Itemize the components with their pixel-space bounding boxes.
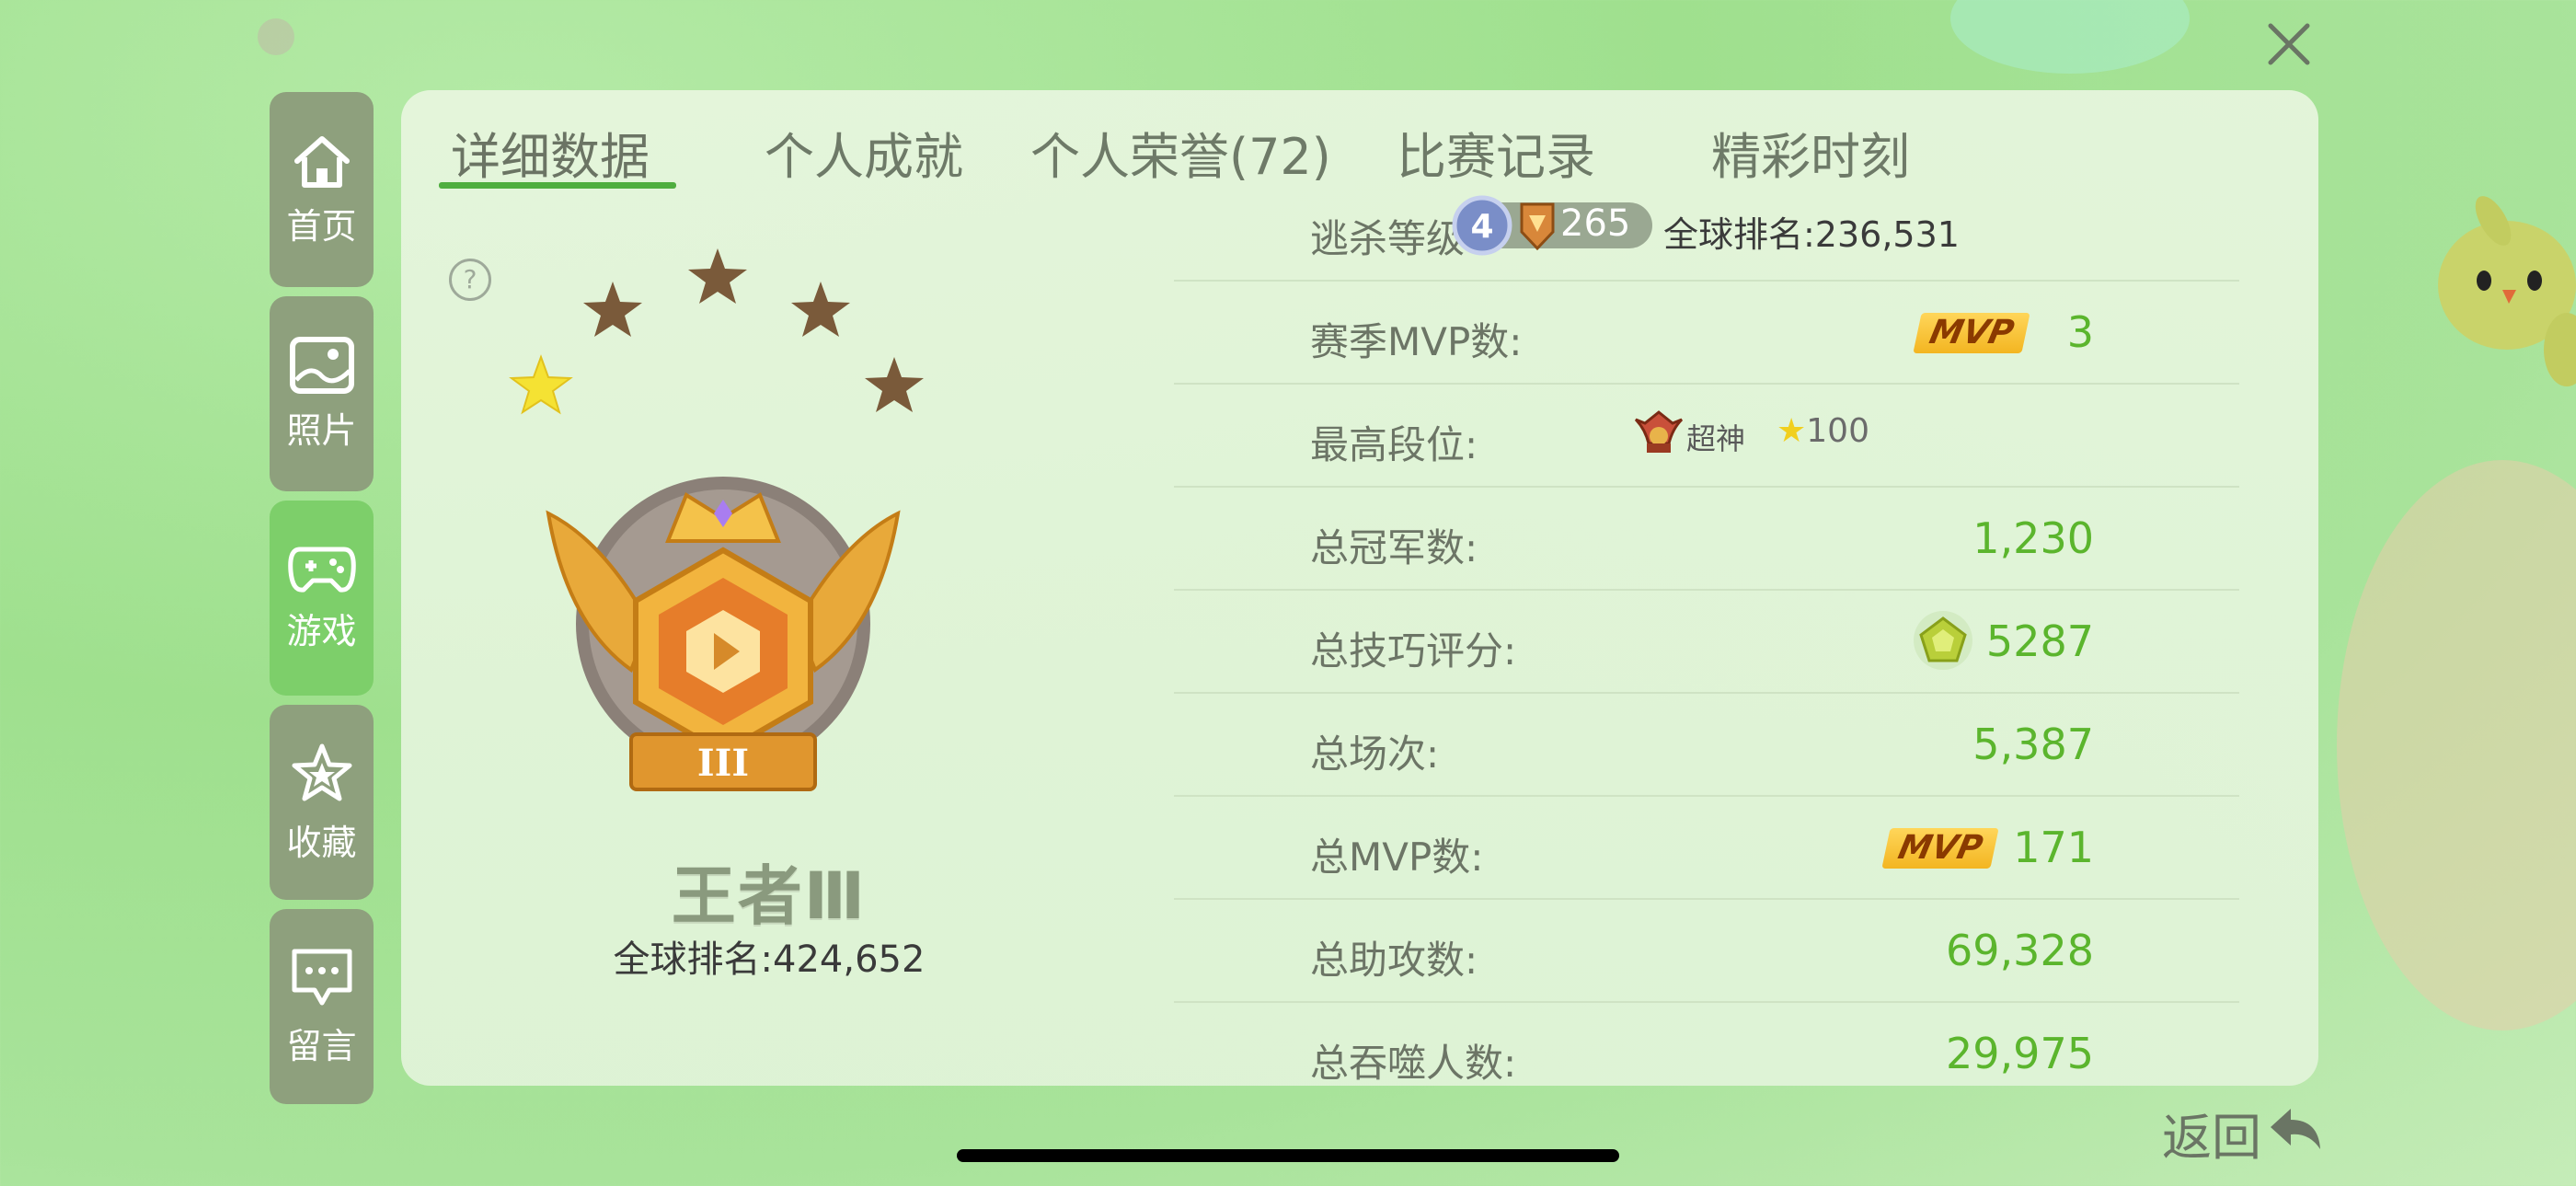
stat-label: 赛季MVP数: <box>1310 319 1523 364</box>
nav-home-label: 首页 <box>286 205 357 247</box>
level-value: 265 <box>1560 202 1631 245</box>
nav-messages[interactable]: 留言 <box>270 909 374 1104</box>
close-icon[interactable] <box>2263 18 2315 70</box>
home-icon <box>293 135 350 188</box>
stat-value: 29,975 <box>1946 1029 2094 1078</box>
tier-stars: ★100 <box>1777 412 1869 450</box>
tab-detailed-data[interactable]: 详细数据 <box>451 116 650 189</box>
stat-label: 总吞噬人数: <box>1310 1041 1517 1086</box>
tier-star-icon: ★ <box>1777 412 1807 450</box>
level-rank-icon <box>1520 202 1555 251</box>
tier-emblem-icon <box>1634 410 1684 453</box>
back-button[interactable]: 返回 <box>2162 1100 2326 1167</box>
profile-panel: 详细数据 个人成就 个人荣誉(72) 比赛记录 精彩时刻 ? III 王者Ⅲ 全… <box>401 90 2318 1086</box>
nav-game[interactable]: 游戏 <box>270 501 374 696</box>
stat-label: 总冠军数: <box>1310 525 1478 570</box>
stat-label: 最高段位: <box>1310 422 1478 467</box>
rank-star-empty <box>791 282 850 337</box>
nav-photo-label: 照片 <box>286 409 357 451</box>
mvp-tag: MVP <box>1881 828 1999 869</box>
nav-home[interactable]: 首页 <box>270 92 374 287</box>
rank-star-filled <box>509 354 573 415</box>
stat-season-mvp: 赛季MVP数: MVP 3 <box>1174 282 2239 385</box>
stat-total-devoured: 总吞噬人数: 29,975 <box>1174 1003 2239 1086</box>
level-global-rank: 全球排名:236,531 <box>1663 214 1960 255</box>
nav-game-label: 游戏 <box>286 610 357 651</box>
gamepad-icon <box>287 547 356 593</box>
stat-value: 1,230 <box>1972 513 2094 563</box>
rank-name: 王者Ⅲ <box>671 858 868 934</box>
rank-star-empty <box>583 282 642 337</box>
home-indicator[interactable] <box>957 1149 1619 1162</box>
background-blob <box>1950 0 2190 74</box>
back-arrow-icon <box>2271 1109 2320 1149</box>
nav-photo[interactable]: 照片 <box>270 296 374 491</box>
stat-label: 总MVP数: <box>1310 835 1484 880</box>
stat-label: 总技巧评分: <box>1310 628 1517 674</box>
badge-numeral: III <box>697 742 749 785</box>
stat-total-champions: 总冠军数: 1,230 <box>1174 488 2239 591</box>
stat-total-mvp: 总MVP数: MVP 171 <box>1174 797 2239 900</box>
background-blob <box>258 18 294 55</box>
level-badge-icon: 4 <box>1452 195 1512 256</box>
rank-stars <box>509 248 924 415</box>
help-icon[interactable]: ? <box>449 259 491 301</box>
message-icon <box>292 949 351 1005</box>
photo-icon <box>289 336 354 394</box>
stat-value: 5,387 <box>1972 720 2094 769</box>
stat-value: 3 <box>2066 307 2094 357</box>
tier-stars-count: 100 <box>1806 412 1869 450</box>
stat-total-games: 总场次: 5,387 <box>1174 694 2239 797</box>
stat-total-skill-score: 总技巧评分: 5287 <box>1174 591 2239 694</box>
rank-global-position: 全球排名:424,652 <box>613 938 926 981</box>
rank-star-empty <box>688 248 747 304</box>
background-blob <box>2337 460 2576 1031</box>
stat-value: 5287 <box>1985 616 2094 666</box>
stat-value: 69,328 <box>1946 926 2094 975</box>
stat-value: 171 <box>2013 823 2094 872</box>
star-icon <box>292 743 351 800</box>
mvp-tag: MVP <box>1913 313 2030 353</box>
stat-escape-kill-level: 逃杀等级: 4 265 全球排名:236,531 <box>1174 178 2239 282</box>
stat-label: 总助攻数: <box>1310 938 1478 983</box>
stat-total-assists: 总助攻数: 69,328 <box>1174 900 2239 1003</box>
rank-star-empty <box>865 357 924 412</box>
skill-pentagon-icon <box>1914 611 1972 670</box>
tab-achievements[interactable]: 个人成就 <box>765 116 963 189</box>
back-label: 返回 <box>2162 1108 2261 1167</box>
tier-name: 超神 <box>1686 421 1746 456</box>
stat-label: 总场次: <box>1310 731 1440 777</box>
nav-favorites-label: 收藏 <box>286 822 357 863</box>
nav-messages-label: 留言 <box>286 1025 357 1066</box>
active-tab-indicator <box>439 182 676 189</box>
stat-highest-tier: 最高段位: 超神 ★100 <box>1174 385 2239 488</box>
rank-badge: III <box>509 248 924 791</box>
svg-text:4: 4 <box>1470 208 1493 246</box>
nav-favorites[interactable]: 收藏 <box>270 705 374 900</box>
mascot-chick[interactable] <box>2429 193 2576 405</box>
